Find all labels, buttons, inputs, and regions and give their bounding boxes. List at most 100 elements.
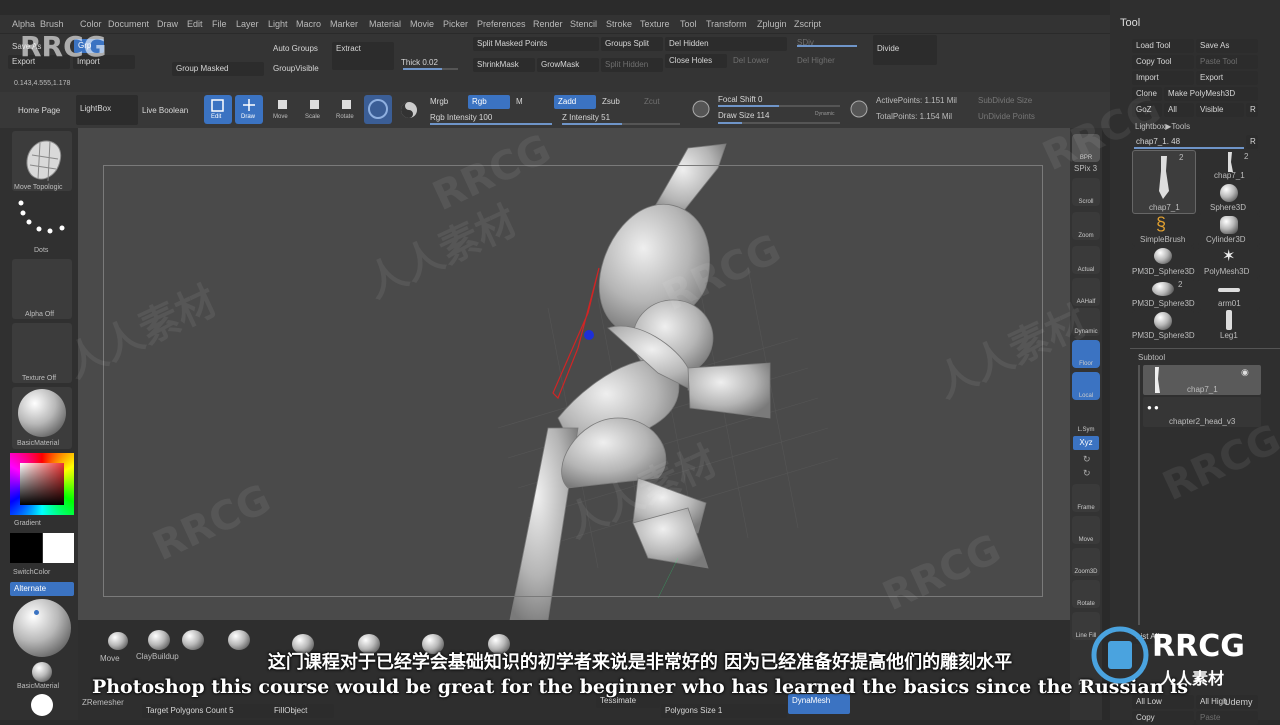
- lightbox-button[interactable]: LightBox: [76, 95, 138, 125]
- z-intensity-track[interactable]: [562, 123, 680, 125]
- zadd-toggle[interactable]: Zadd: [554, 95, 596, 109]
- split-hidden-button[interactable]: Split Hidden: [601, 58, 663, 72]
- tool-thumb-arm01[interactable]: arm01: [1198, 278, 1260, 310]
- menu-macro[interactable]: Macro: [296, 19, 321, 29]
- del-lower-button[interactable]: Del Lower: [729, 54, 773, 68]
- secondary-color-swatch[interactable]: [10, 533, 42, 563]
- menu-render[interactable]: Render: [533, 19, 563, 29]
- gradient-label[interactable]: Gradient: [14, 520, 41, 527]
- extract-button[interactable]: Extract: [332, 42, 394, 70]
- menu-draw[interactable]: Draw: [157, 19, 178, 29]
- brush-3-icon[interactable]: [182, 630, 204, 650]
- frame-button[interactable]: Frame: [1072, 484, 1100, 512]
- scroll-button[interactable]: Scroll: [1072, 178, 1100, 206]
- groups-split-button[interactable]: Groups Split: [601, 37, 663, 51]
- menu-material[interactable]: Material: [369, 19, 401, 29]
- subtool-title[interactable]: Subtool: [1138, 353, 1165, 362]
- menu-layer[interactable]: Layer: [236, 19, 259, 29]
- menu-transform[interactable]: Transform: [706, 19, 747, 29]
- edit-mode-button[interactable]: Edit: [204, 95, 232, 124]
- main-color-swatch[interactable]: [43, 533, 74, 563]
- menu-movie[interactable]: Movie: [410, 19, 434, 29]
- local-button[interactable]: Local: [1072, 372, 1100, 400]
- live-boolean-button[interactable]: Live Boolean: [138, 104, 192, 118]
- eye-icon[interactable]: ◉: [1241, 367, 1249, 378]
- rotate-mode-button[interactable]: Rotate: [332, 95, 360, 124]
- menu-marker[interactable]: Marker: [330, 19, 358, 29]
- group-masked-button[interactable]: Group Masked: [172, 62, 264, 76]
- switch-color-button[interactable]: SwitchColor: [13, 569, 50, 576]
- current-tool-r-button[interactable]: R: [1246, 135, 1258, 149]
- lsym-button[interactable]: L.Sym: [1072, 406, 1100, 434]
- alternate-button[interactable]: Alternate: [10, 582, 74, 596]
- menu-stencil[interactable]: Stencil: [570, 19, 597, 29]
- polygons-size-slider[interactable]: Polygons Size 1: [661, 704, 787, 718]
- move-view-button[interactable]: Move: [1072, 516, 1100, 544]
- menu-picker[interactable]: Picker: [443, 19, 468, 29]
- material-slot[interactable]: BasicMaterial: [12, 387, 72, 449]
- auto-groups-button[interactable]: Auto Groups: [269, 42, 322, 56]
- brush-4-icon[interactable]: [228, 630, 250, 650]
- move-mode-button[interactable]: Move: [268, 95, 296, 124]
- yin-yang-icon[interactable]: [399, 100, 419, 120]
- scale-mode-button[interactable]: Scale: [300, 95, 328, 124]
- tool-import-button[interactable]: Import: [1132, 71, 1194, 85]
- divide-button[interactable]: Divide: [873, 35, 937, 65]
- load-tool-button[interactable]: Load Tool: [1132, 39, 1194, 53]
- menu-document[interactable]: Document: [108, 19, 149, 29]
- menu-edit[interactable]: Edit: [187, 19, 203, 29]
- target-polygons-slider[interactable]: Target Polygons Count 5: [142, 704, 272, 718]
- del-higher-button[interactable]: Del Higher: [793, 54, 839, 68]
- tool-thumb-leg1[interactable]: Leg1: [1198, 310, 1260, 342]
- menu-tool[interactable]: Tool: [680, 19, 697, 29]
- brush-slot[interactable]: Move Topologic: [12, 131, 72, 191]
- tool-save-as-button[interactable]: Save As: [1196, 39, 1258, 53]
- subtool-item[interactable]: ● ● chapter2_head_v3: [1143, 397, 1261, 427]
- rotation-axis2-icon[interactable]: ↻: [1083, 468, 1091, 479]
- shrink-mask-button[interactable]: ShrinkMask: [473, 58, 535, 72]
- menu-zscript[interactable]: Zscript: [794, 19, 821, 29]
- thick-slider-track[interactable]: [403, 68, 458, 70]
- menu-texture[interactable]: Texture: [640, 19, 670, 29]
- zoom-button[interactable]: Zoom: [1072, 212, 1100, 240]
- copy-button[interactable]: Copy: [1132, 711, 1194, 725]
- alpha-slot[interactable]: Alpha Off: [12, 259, 72, 319]
- goz-r-button[interactable]: R: [1246, 103, 1258, 117]
- sphere-brush-button[interactable]: [364, 95, 392, 124]
- sdiv-slider-track[interactable]: [797, 45, 857, 47]
- goz-all-button[interactable]: All: [1164, 103, 1194, 117]
- tool-thumb-pm3d-sphere3d[interactable]: PM3D_Sphere3D: [1132, 246, 1195, 278]
- rgb-intensity-track[interactable]: [430, 123, 552, 125]
- draw-size-track[interactable]: [718, 122, 840, 124]
- menu-color[interactable]: Color: [80, 19, 102, 29]
- current-tool-track[interactable]: [1134, 147, 1244, 149]
- tool-thumb-pm3d-sphere3d-2[interactable]: 2 PM3D_Sphere3D: [1132, 278, 1195, 310]
- m-toggle[interactable]: M: [512, 95, 527, 109]
- rotate-view-button[interactable]: Rotate: [1072, 580, 1100, 608]
- mrgb-toggle[interactable]: Mrgb: [426, 95, 452, 109]
- tool-thumb-chap7_1-b[interactable]: 2 chap7_1: [1198, 150, 1260, 180]
- menu-zplugin[interactable]: Zplugin: [757, 19, 787, 29]
- zcut-toggle[interactable]: Zcut: [640, 95, 664, 109]
- make-polymesh-button[interactable]: Make PolyMesh3D: [1164, 87, 1258, 101]
- sdiv-slider[interactable]: SDiv: [793, 36, 818, 50]
- home-page-button[interactable]: Home Page: [14, 104, 64, 118]
- tool-thumb-sphere3d[interactable]: Sphere3D: [1198, 182, 1260, 214]
- undivide-points-slider[interactable]: UnDivide Points: [978, 112, 1035, 121]
- goz-visible-button[interactable]: Visible: [1196, 103, 1244, 117]
- canvas-viewport[interactable]: [78, 128, 1070, 621]
- menu-light[interactable]: Light: [268, 19, 288, 29]
- rotation-axis-icon[interactable]: ↻: [1083, 454, 1091, 465]
- tool-thumb-pm3d-sphere3d-3[interactable]: PM3D_Sphere3D: [1132, 310, 1195, 342]
- menu-preferences[interactable]: Preferences: [477, 19, 526, 29]
- subtool-item-selected[interactable]: chap7_1 ◉: [1143, 365, 1261, 395]
- tool-thumb-simplebrush[interactable]: § SimpleBrush: [1132, 214, 1194, 246]
- grow-mask-button[interactable]: GrowMask: [537, 58, 599, 72]
- paste-button[interactable]: Paste: [1196, 711, 1258, 725]
- focal-shift-track[interactable]: [718, 105, 840, 107]
- zoom3d-button[interactable]: Zoom3D: [1072, 548, 1100, 576]
- close-holes-button[interactable]: Close Holes: [665, 54, 727, 68]
- stroke-slot[interactable]: Dots: [12, 195, 72, 255]
- draw-size-slider[interactable]: Draw Size 114: [714, 109, 773, 123]
- actual-button[interactable]: Actual: [1072, 246, 1100, 274]
